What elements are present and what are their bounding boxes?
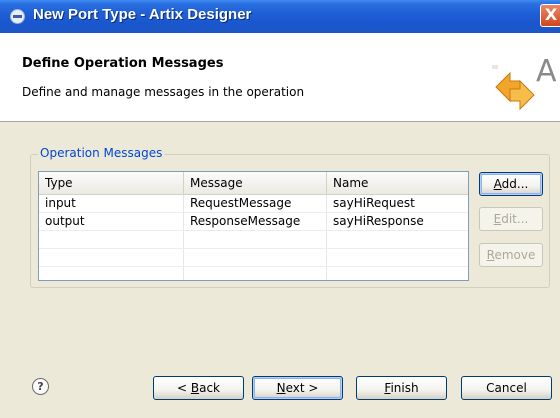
button-label: dit...	[501, 212, 529, 226]
table-row-empty	[39, 231, 468, 249]
window-title: New Port Type - Artix Designer	[33, 6, 252, 23]
table-row[interactable]: output ResponseMessage sayHiResponse	[39, 213, 468, 231]
button-label: emove	[494, 248, 536, 262]
column-header-name[interactable]: Name	[327, 172, 468, 194]
table-cell: input	[39, 195, 184, 212]
window-app-icon	[10, 9, 25, 24]
button-mnemonic: B	[190, 381, 200, 395]
finish-button[interactable]: Finish	[356, 376, 447, 400]
table-cell: sayHiRequest	[333, 196, 415, 210]
table-body: input RequestMessage sayHiRequest output…	[39, 195, 468, 280]
button-label: <	[176, 381, 191, 395]
button-label: inish	[390, 381, 419, 395]
close-button[interactable]: X	[540, 4, 560, 27]
table-cell	[327, 231, 468, 248]
table-cell	[184, 267, 327, 280]
group-legend: Operation Messages	[38, 146, 165, 160]
table-row-empty	[39, 249, 468, 267]
table-cell: ResponseMessage	[184, 213, 327, 230]
page-description: Define and manage messages in the operat…	[22, 85, 305, 99]
title-bar[interactable]: New Port Type - Artix Designer X	[0, 0, 560, 33]
table-cell	[327, 267, 468, 280]
messages-table[interactable]: Type Message Name input RequestMessage s…	[38, 171, 469, 281]
wizard-header: Define Operation Messages Define and man…	[0, 33, 560, 122]
table-cell	[184, 249, 327, 266]
column-header-type[interactable]: Type	[39, 172, 184, 194]
remove-button[interactable]: Remove	[479, 243, 543, 267]
table-row-empty	[39, 267, 468, 280]
cancel-button[interactable]: Cancel	[461, 376, 552, 400]
button-mnemonic: N	[276, 381, 286, 395]
button-label: ack	[199, 381, 220, 395]
edit-button[interactable]: Edit...	[479, 207, 543, 231]
table-cell: RequestMessage	[184, 195, 327, 212]
table-cell	[184, 231, 327, 248]
table-cell: output	[39, 213, 184, 230]
table-cell	[327, 249, 468, 266]
table-header: Type Message Name	[39, 172, 468, 195]
header-graphic-letter: A	[536, 54, 557, 89]
help-icon[interactable]: ?	[32, 378, 49, 395]
button-label: ext >	[285, 381, 319, 395]
table-cell	[39, 267, 184, 280]
table-cell	[39, 231, 184, 248]
table-cell	[39, 249, 184, 266]
column-header-message[interactable]: Message	[184, 172, 327, 194]
dialog-window: New Port Type - Artix Designer X Define …	[0, 0, 560, 418]
back-button[interactable]: < Back	[153, 376, 244, 400]
button-mnemonic: A	[493, 177, 502, 191]
swap-arrows-icon: A	[492, 54, 557, 111]
table-cell: sayHiResponse	[333, 214, 424, 228]
page-title: Define Operation Messages	[22, 56, 224, 71]
next-button[interactable]: Next >	[252, 376, 343, 400]
add-button[interactable]: Add...	[479, 172, 543, 196]
button-label: dd...	[501, 177, 529, 191]
table-row[interactable]: input RequestMessage sayHiRequest	[39, 195, 468, 213]
